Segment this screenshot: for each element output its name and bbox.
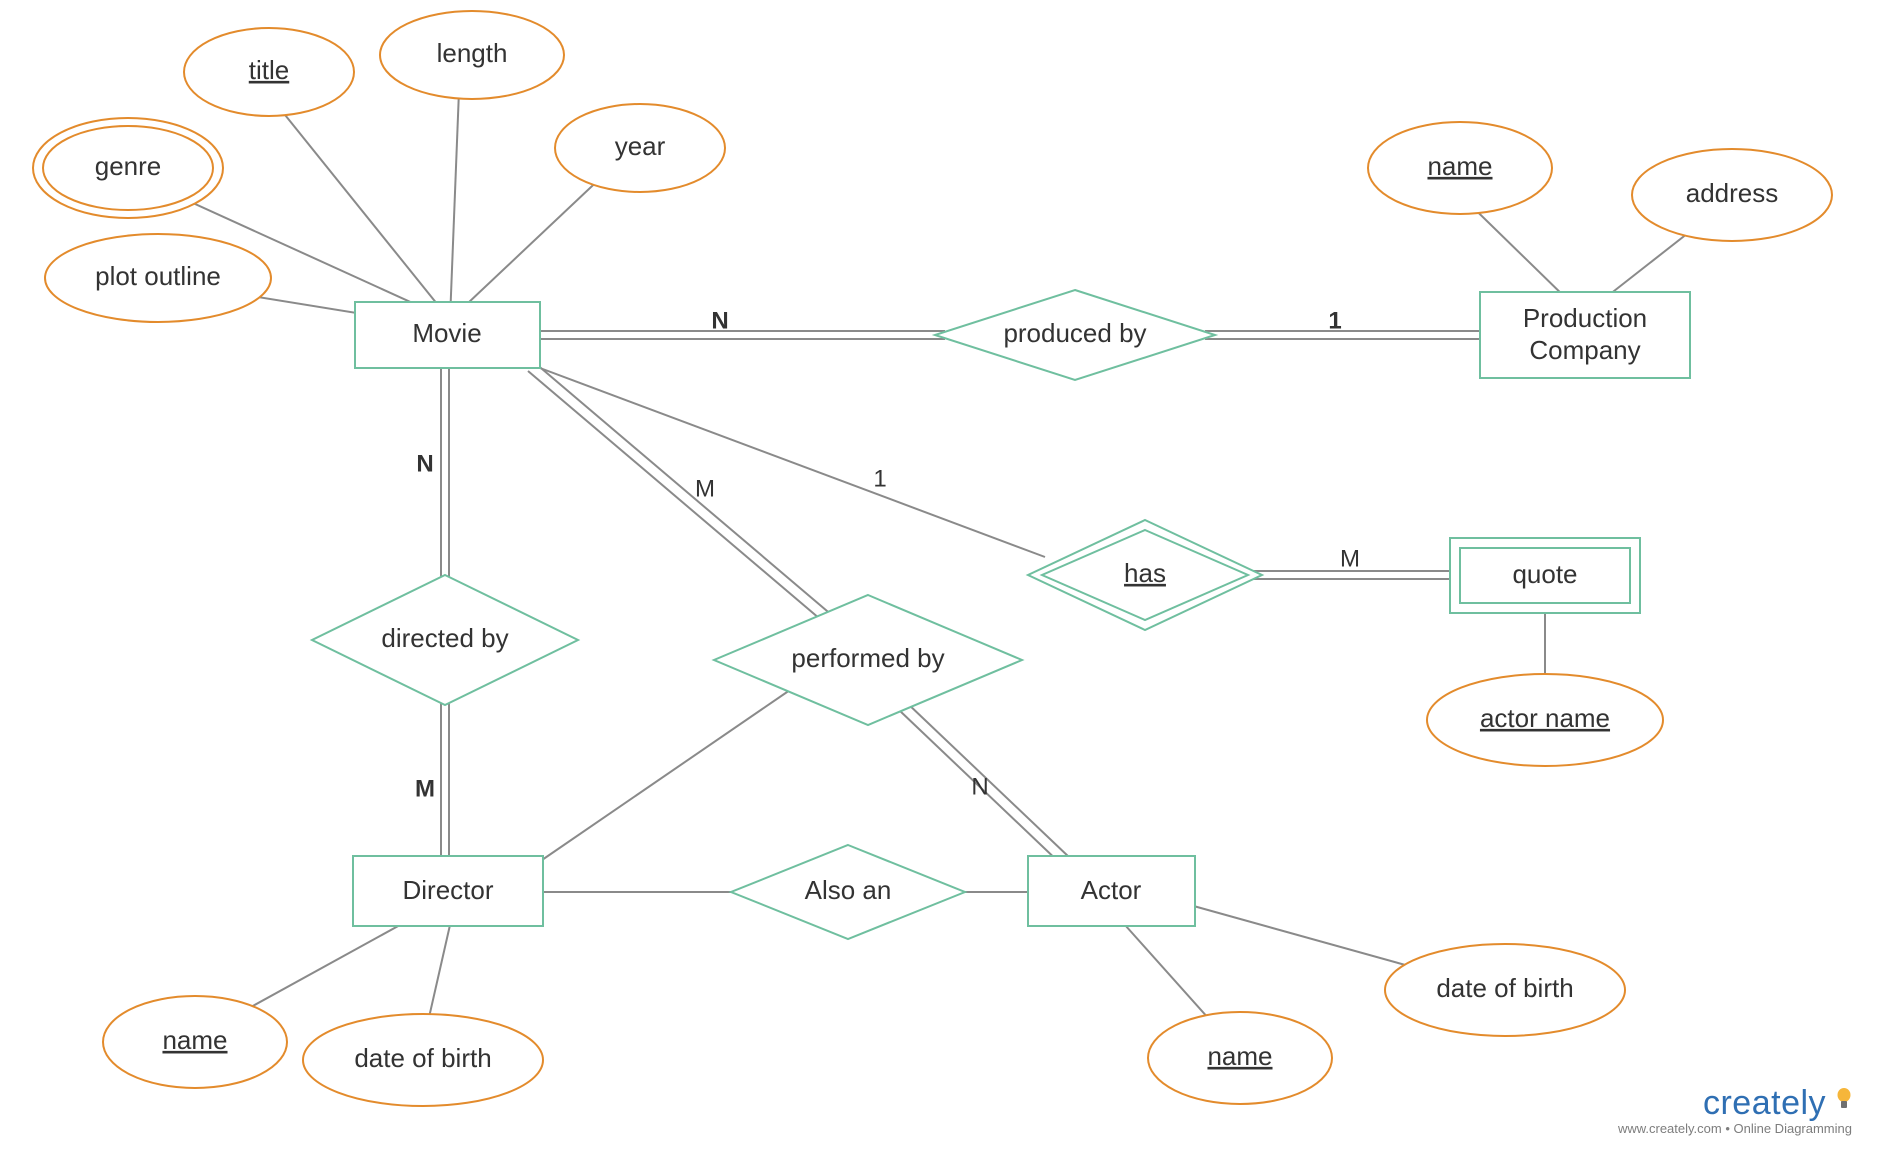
entity-quote: quote xyxy=(1450,538,1640,613)
attr-quote-actorname: actor name xyxy=(1427,674,1663,766)
rel-also-an-label: Also an xyxy=(805,875,892,905)
rel-produced-by-label: produced by xyxy=(1003,318,1146,348)
card-pc-produced-1: 1 xyxy=(1328,307,1341,334)
rel-has: has xyxy=(1028,520,1262,630)
entity-pc-label1: Production xyxy=(1523,303,1647,333)
attr-plot-outline-label: plot outline xyxy=(95,261,221,291)
attr-title: title xyxy=(184,28,354,116)
card-director-directed-M: M xyxy=(415,775,435,802)
attr-pc-name-label: name xyxy=(1427,151,1492,181)
entity-actor: Actor xyxy=(1028,856,1195,926)
entity-actor-label: Actor xyxy=(1081,875,1142,905)
entity-director-label: Director xyxy=(402,875,493,905)
rel-performed-by: performed by xyxy=(714,595,1022,725)
attr-actor-dob-label: date of birth xyxy=(1436,973,1573,1003)
card-movie-performed-M: M xyxy=(695,475,715,502)
rel-directed-by-label: directed by xyxy=(381,623,508,653)
attr-genre: genre xyxy=(33,118,223,218)
card-quote-has-M: M xyxy=(1340,545,1360,572)
rel-directed-by: directed by xyxy=(312,575,578,705)
attr-title-label: title xyxy=(249,55,289,85)
creately-watermark: creately www.creately.com • Online Diagr… xyxy=(1618,1084,1852,1136)
entity-movie: Movie xyxy=(355,302,540,368)
attr-director-dob-label: date of birth xyxy=(354,1043,491,1073)
attr-director-name-label: name xyxy=(162,1025,227,1055)
watermark-sub: www.creately.com • Online Diagramming xyxy=(1618,1121,1852,1136)
edge-movie-title xyxy=(269,95,450,320)
watermark-brand-main: create xyxy=(1703,1084,1801,1122)
edge-movie-performedby-a xyxy=(535,363,840,622)
entity-movie-label: Movie xyxy=(412,318,481,348)
rel-has-label: has xyxy=(1124,558,1166,588)
attr-year: year xyxy=(555,104,725,192)
rel-produced-by: produced by xyxy=(935,290,1215,380)
entity-pc-label2: Company xyxy=(1529,335,1640,365)
attr-director-name: name xyxy=(103,996,287,1088)
entity-production-company: Production Company xyxy=(1480,292,1690,378)
attr-length-label: length xyxy=(437,38,508,68)
attr-actor-name: name xyxy=(1148,1012,1332,1104)
attr-quote-actorname-label: actor name xyxy=(1480,703,1610,733)
attr-actor-dob: date of birth xyxy=(1385,944,1625,1036)
attr-plot-outline: plot outline xyxy=(45,234,271,322)
attr-pc-name: name xyxy=(1368,122,1552,214)
attr-length: length xyxy=(380,11,564,99)
er-diagram-canvas: genre title length year plot outline nam… xyxy=(0,0,1880,1150)
card-movie-directed-N: N xyxy=(416,450,433,477)
attr-pc-address: address xyxy=(1632,149,1832,241)
attr-actor-name-label: name xyxy=(1207,1041,1272,1071)
edge-director-performedby xyxy=(542,690,790,860)
rel-performed-by-label: performed by xyxy=(791,643,944,673)
attr-pc-address-label: address xyxy=(1686,178,1779,208)
card-movie-has-1: 1 xyxy=(873,465,886,492)
watermark-brand-tail: ly xyxy=(1800,1084,1826,1122)
entity-quote-label: quote xyxy=(1512,559,1577,589)
attr-genre-label: genre xyxy=(95,151,162,181)
card-movie-produced-N: N xyxy=(711,307,728,334)
edge-movie-performedby-b xyxy=(528,371,833,630)
attr-director-dob: date of birth xyxy=(303,1014,543,1106)
card-actor-performed-N: N xyxy=(971,773,988,800)
edge-movie-length xyxy=(450,65,460,320)
attr-year-label: year xyxy=(615,131,666,161)
edge-movie-has xyxy=(540,368,1045,557)
rel-also-an: Also an xyxy=(731,845,965,939)
entity-director: Director xyxy=(353,856,543,926)
lightbulb-icon xyxy=(1836,1086,1852,1116)
